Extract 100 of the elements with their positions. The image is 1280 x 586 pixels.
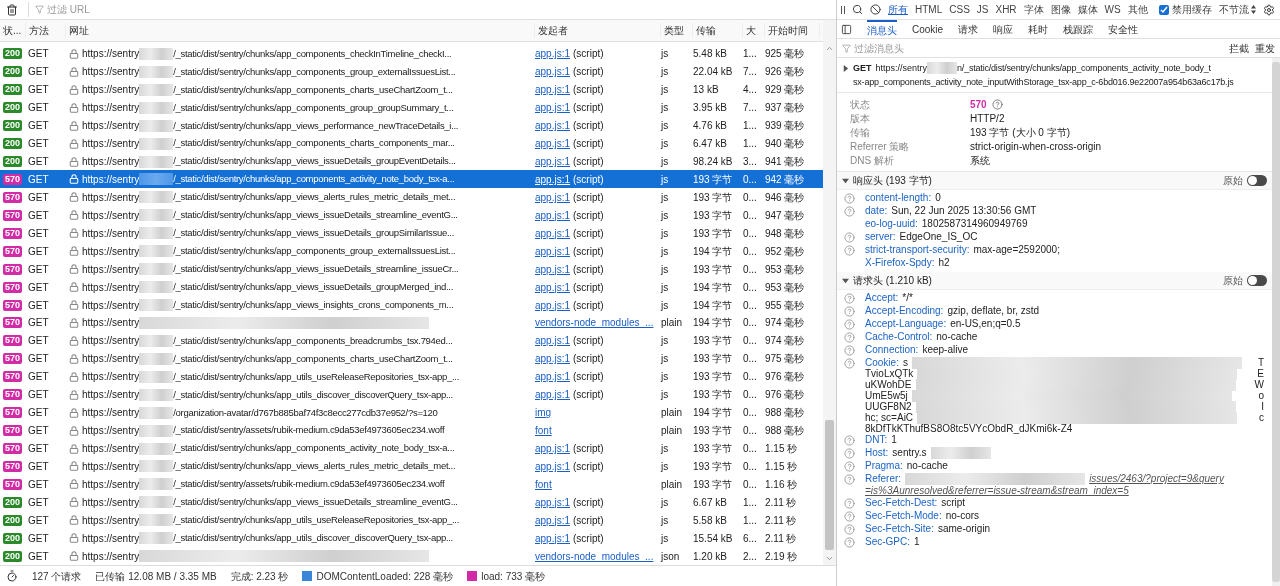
initiator-link[interactable]: app.js:1	[535, 512, 571, 528]
initiator-link[interactable]: app.js:1	[535, 333, 571, 349]
initiator-link[interactable]: font	[535, 476, 552, 492]
initiator-link[interactable]: app.js:1	[535, 136, 571, 152]
url-cell: /_static/dist/sentry/chunks/app_views_issueDetails_streamline_eventG...	[173, 208, 458, 223]
filter-tab[interactable]: 所有	[888, 2, 908, 17]
initiator-link[interactable]: app.js:1	[535, 458, 571, 474]
column-header[interactable]: 大	[743, 22, 765, 38]
detail-tab[interactable]: 耗时	[1028, 19, 1049, 39]
method-cell-text: GET	[27, 262, 50, 277]
start-time-cell-text: 947 毫秒	[765, 208, 806, 223]
filter-tab[interactable]: WS	[1104, 2, 1121, 17]
initiator-link[interactable]: app.js:1	[535, 100, 571, 116]
column-header[interactable]: 状...	[0, 22, 26, 38]
initiator-link[interactable]: app.js:1	[535, 369, 571, 385]
initiator-link[interactable]: app.js:1	[535, 189, 571, 205]
filter-tab[interactable]: JS	[976, 2, 989, 17]
initiator-link[interactable]: app.js:1	[535, 225, 571, 241]
filter-tab[interactable]: XHR	[995, 2, 1017, 17]
request-method: GET	[853, 62, 872, 75]
detail-tab[interactable]: Cookie	[912, 19, 944, 39]
initiator-link[interactable]: app.js:1	[535, 171, 571, 187]
size-cell-text: 0...	[743, 208, 758, 223]
filter-tab[interactable]: HTML	[915, 2, 943, 17]
filter-tab[interactable]: CSS	[949, 2, 970, 17]
type-cell-text: plain	[661, 424, 684, 439]
initiator-link[interactable]: app.js:1	[535, 46, 571, 62]
status-badge: 200	[3, 496, 23, 508]
section-header[interactable]: 请求头 (1.210 kB) 原始	[837, 272, 1272, 290]
detail-tab[interactable]: 响应	[993, 19, 1014, 39]
status-badge: 570	[3, 191, 23, 203]
initiator-link[interactable]: vendors-node_modules_...	[535, 548, 654, 564]
detail-tab[interactable]: 请求	[958, 19, 979, 39]
filter-tab[interactable]: 媒体	[1077, 2, 1098, 17]
status-badge: 570	[3, 425, 23, 437]
filter-tab[interactable]: 字体	[1023, 2, 1044, 17]
url-cell: /_static/dist/sentry/chunks/app_components_charts_useChartZoom_t...	[173, 82, 453, 97]
initiator-link[interactable]: app.js:1	[535, 154, 571, 169]
request-row[interactable]: 570 GET https://sentry /_static/dist/sentry/chunks/app_components_activity_note_body_tsx-a... app.js:1 (script) js 193 字节 0... 942 毫秒	[0, 170, 823, 189]
status-badge: 570	[3, 245, 23, 257]
url-cell-text: /_static/dist/sentry/chunks/app_views_issueDetails_groupMerged_ind...	[173, 279, 454, 294]
filter-tab[interactable]: 其他	[1127, 2, 1148, 17]
filter-tab[interactable]: 图像	[1050, 2, 1071, 17]
initiator-link[interactable]: app.js:1	[535, 441, 571, 456]
header-value: keep-alive	[922, 344, 968, 356]
header-value: EdgeOne_IS_OC	[899, 231, 978, 243]
method-cell-text: GET	[27, 101, 50, 116]
initiator-note: (script)	[573, 101, 604, 116]
action-button[interactable]: 重发	[1255, 40, 1275, 56]
header-value: gzip, deflate, br, zstd	[947, 305, 1040, 317]
method-cell-text: GET	[27, 531, 50, 546]
initiator-link[interactable]: app.js:1	[535, 207, 571, 223]
initiator-link[interactable]: app.js:1	[535, 351, 571, 367]
initiator-note: (script)	[573, 513, 604, 528]
initiator-note: (script)	[573, 531, 604, 546]
status-badge: 570	[3, 407, 23, 419]
initiator-link[interactable]: app.js:1	[535, 243, 571, 259]
detail-tab[interactable]: 安全性	[1108, 19, 1139, 39]
url-filter-field[interactable]: 过滤 URL	[47, 2, 247, 17]
initiator-link[interactable]: img	[535, 405, 552, 421]
column-header[interactable]: 开始时间	[765, 22, 820, 38]
initiator-link[interactable]: app.js:1	[535, 530, 571, 546]
initiator-link[interactable]: app.js:1	[535, 494, 571, 510]
initiator-link[interactable]: app.js:1	[535, 261, 571, 277]
url-cell-text: /_static/dist/sentry/chunks/app_views_insights_crons_components_m...	[173, 297, 454, 312]
column-header[interactable]: 传输	[693, 22, 743, 38]
initiator-link[interactable]: app.js:1	[535, 279, 571, 295]
header-value: no-cache	[906, 460, 948, 472]
header-value: UUGF8N2	[865, 400, 912, 413]
section-header[interactable]: 响应头 (193 字节) 原始	[837, 172, 1272, 190]
initiator-link[interactable]: app.js:1	[535, 64, 571, 80]
column-header[interactable]: 类型	[661, 22, 693, 38]
initiator-link[interactable]: vendors-node_modules_...	[535, 315, 654, 331]
referer-link[interactable]: issues/2463/?project=9&query	[1089, 473, 1224, 485]
initiator-link[interactable]: app.js:1	[535, 387, 571, 403]
initiator-link[interactable]: app.js:1	[535, 82, 571, 98]
initiator-link[interactable]: app.js:1	[535, 297, 571, 313]
status-badge: 570	[3, 173, 23, 185]
initiator-note: (script)	[573, 334, 604, 349]
initiator-link[interactable]: app.js:1	[535, 118, 571, 134]
header-name: Cookie:	[865, 356, 899, 369]
initiator-link[interactable]: font	[535, 423, 552, 439]
detail-tab[interactable]: 栈跟踪	[1063, 19, 1094, 39]
column-header[interactable]: 网址	[66, 22, 535, 38]
header-value: c	[1259, 411, 1264, 424]
referer-link[interactable]: =is%3Aunresolved&referrer=issue-stream&stream_index=5	[865, 485, 1129, 497]
status-badge: 570	[3, 317, 23, 329]
start-time-cell-text: 1.16 秒	[765, 477, 799, 492]
url-cell: /_static/dist/sentry/chunks/app_utils_useReleaseRepositories_tsx-app_...	[173, 369, 459, 384]
url-cell: /_static/dist/sentry/chunks/app_views_alerts_rules_metric_details_met...	[173, 190, 456, 205]
summary-value: 193 字节 (大小 0 字节)	[970, 126, 1072, 140]
status-badge: 200	[3, 514, 23, 526]
column-header[interactable]: 发起者	[535, 22, 661, 38]
request-count: 127 个请求	[32, 569, 82, 584]
column-header[interactable]: 方法	[26, 22, 66, 38]
throttle-dropdown[interactable]: 不节流	[1218, 2, 1256, 17]
action-button[interactable]: 拦截	[1229, 40, 1249, 56]
header-filter-field[interactable]: 过滤消息头	[854, 40, 1054, 56]
detail-tab[interactable]: 消息头	[867, 19, 897, 39]
header-value: E	[1257, 367, 1264, 380]
